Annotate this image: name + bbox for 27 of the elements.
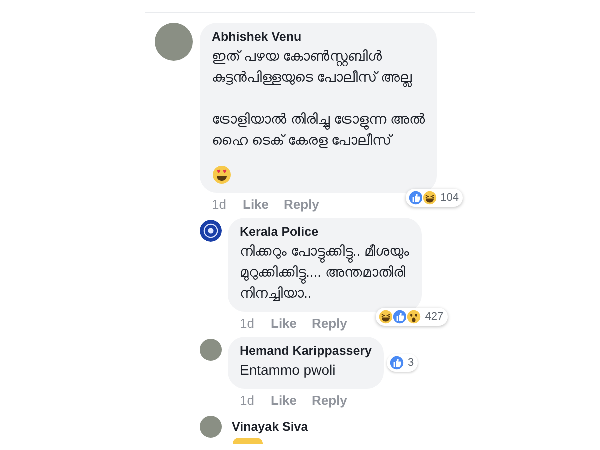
- like-link[interactable]: Like: [243, 197, 270, 212]
- avatar-photo-placeholder[interactable]: [155, 23, 193, 61]
- like-link[interactable]: Like: [271, 316, 298, 331]
- comment-text: മുറുക്കിക്കിട്ടു.... അന്തമാതിരി: [240, 262, 410, 283]
- reply-link[interactable]: Reply: [284, 197, 320, 212]
- author-name[interactable]: Vinayak Siva: [232, 420, 308, 434]
- reaction-summary[interactable]: 104: [406, 189, 463, 207]
- reply-link[interactable]: Reply: [312, 316, 348, 331]
- reply-link[interactable]: Reply: [312, 393, 348, 408]
- avatar-photo-placeholder[interactable]: [200, 339, 222, 361]
- comment-text: കുട്ടൻപിള്ളയുടെ പോലീസ് അല്ല: [212, 67, 425, 88]
- comment-text: നിനച്ചിയാ..: [240, 284, 313, 303]
- timestamp: 1d: [212, 197, 228, 212]
- author-name[interactable]: Abhishek Venu: [212, 30, 425, 44]
- author-name[interactable]: Hemand Karippassery: [240, 344, 372, 358]
- avatar-photo-placeholder[interactable]: [200, 416, 222, 438]
- comment-text: നിക്കറും പോട്ടുക്കിട്ടു.. മീശയും: [240, 241, 410, 262]
- comment-text: ഹൈ ടെക് കേരള പോലീസ്: [212, 131, 394, 150]
- like-link[interactable]: Like: [271, 393, 298, 408]
- timestamp: 1d: [240, 393, 256, 408]
- reaction-summary[interactable]: 3: [387, 354, 418, 372]
- comment-text: ട്രോളിയാൽ തിരിച്ചു ട്രോളുന്ന അൽ: [212, 109, 425, 130]
- comment-text: ഇത് പഴയ കോൺസ്റ്റബിൾ: [212, 46, 425, 67]
- author-name[interactable]: Kerala Police: [240, 225, 410, 239]
- reaction-summary[interactable]: 427: [376, 308, 448, 326]
- comment-text: Entammo pwoli: [240, 361, 337, 380]
- timestamp: 1d: [240, 316, 256, 331]
